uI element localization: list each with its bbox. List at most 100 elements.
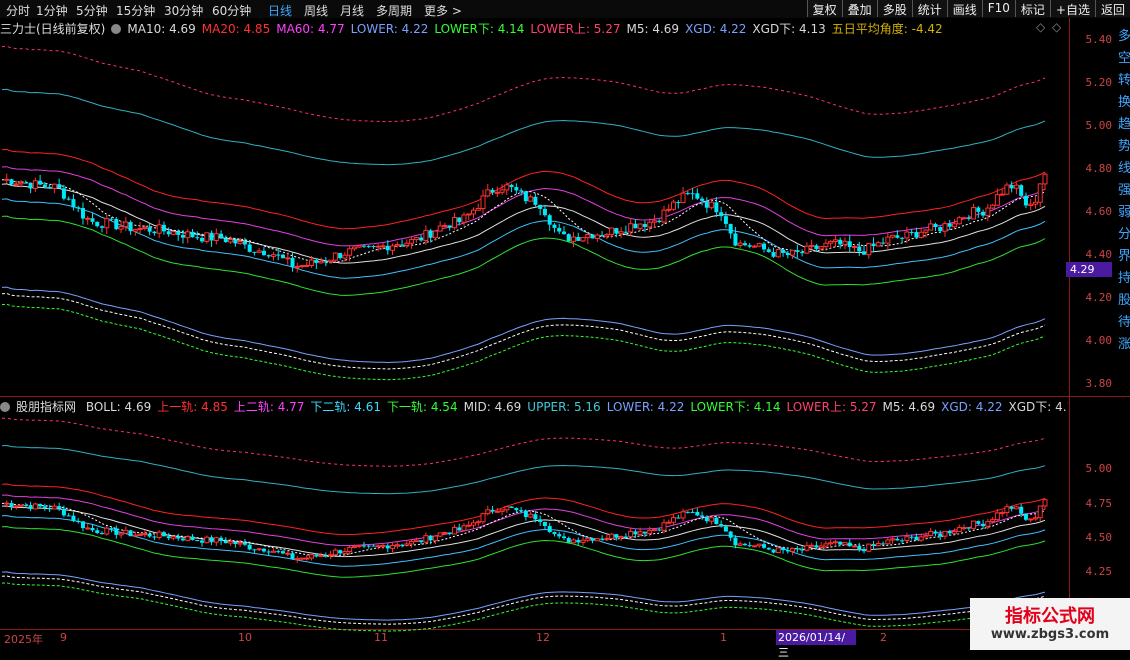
main-candle-body — [775, 249, 781, 258]
sub-indicator-5: MID: 4.69 — [463, 400, 522, 414]
main-candle-body — [781, 249, 786, 253]
sub-candle-body — [137, 533, 143, 536]
stock-title[interactable]: 三力士(日线前复权) — [0, 22, 105, 36]
sub-lower-upper-line — [1, 417, 1046, 467]
sub-candle-body — [885, 539, 891, 545]
sub-indicator-1: 上一轨: 4.85 — [157, 400, 228, 414]
main-indicator-7: XGD: 4.22 — [685, 22, 747, 36]
sub-candle-body — [933, 531, 938, 534]
main-candle-body — [600, 235, 605, 237]
cursor-date-tag: 2026/01/14/三 — [776, 630, 856, 659]
main-y-tick: 5.00 — [1085, 119, 1113, 132]
main-candle-body — [994, 194, 1000, 206]
diamond-icon[interactable]: ◇ — [1036, 20, 1045, 34]
main-candle-body — [423, 229, 429, 241]
sub-y-tick: 4.25 — [1085, 565, 1113, 578]
main-candle-body — [695, 193, 700, 199]
main-xgd-line — [1, 292, 1046, 370]
main-candle-body — [881, 242, 886, 244]
main-candle-body — [956, 217, 962, 225]
sub-candle-body — [76, 520, 81, 522]
sub-candle-body — [618, 536, 624, 539]
x-tick: 9 — [60, 631, 67, 644]
sub-candle-body — [100, 533, 105, 535]
sub-candle-body — [528, 513, 534, 518]
sub-candle-body — [294, 558, 300, 561]
sub-candle-body — [976, 521, 981, 524]
sub-candle-body — [447, 532, 452, 534]
settings-toggle-icon[interactable] — [111, 24, 122, 34]
main-candle-body — [685, 193, 690, 195]
main-candle-body — [428, 230, 433, 238]
sub-candle-body — [576, 539, 581, 543]
sub-candle-body — [475, 521, 481, 524]
sub-candle-body — [71, 515, 76, 521]
main-candle-body — [900, 237, 905, 239]
sub-candle-body — [423, 535, 429, 543]
sub-candle-body — [818, 545, 824, 549]
sub-candle-body — [637, 531, 643, 535]
sub-candle-body — [223, 540, 228, 544]
kline-chart[interactable] — [0, 0, 1130, 650]
sub-candle-body — [342, 551, 348, 554]
sub-candle-body — [195, 540, 200, 542]
expand-icon[interactable]: ◇ — [1052, 20, 1061, 34]
sub-candle-body — [800, 549, 805, 551]
main-candle-body — [18, 182, 24, 185]
main-y-tick: 4.00 — [1085, 334, 1113, 347]
main-candle-body — [375, 245, 381, 248]
main-candle-body — [866, 243, 872, 256]
sub-candle-body — [651, 529, 657, 532]
sub-candle-body — [671, 517, 677, 523]
sub-settings-icon[interactable] — [0, 402, 10, 412]
main-candle-body — [952, 223, 958, 228]
main-candle-body — [938, 227, 943, 232]
main-candle-body — [404, 242, 410, 246]
sub-candle-body — [380, 545, 386, 548]
main-candle-body — [928, 223, 934, 231]
main-candle-body — [895, 235, 900, 238]
main-candle-body — [614, 228, 619, 234]
main-candle-body — [1004, 184, 1010, 195]
sub-candle-body — [1032, 517, 1038, 520]
main-candle-body — [637, 223, 643, 229]
main-candle-body — [847, 241, 852, 247]
sub-candle-body — [247, 544, 252, 550]
main-indicator-0: MA10: 4.69 — [127, 22, 196, 36]
main-upper2-band — [1, 166, 1046, 247]
watermark-title: 指标公式网 — [1005, 606, 1095, 627]
x-tick: 10 — [238, 631, 252, 644]
sub-candle-body — [790, 547, 796, 552]
main-candle-body — [1023, 195, 1028, 206]
main-candle-body — [728, 223, 733, 234]
main-candle-body — [976, 207, 981, 212]
sub-candle-body — [862, 549, 867, 552]
sub-candle-body — [190, 536, 195, 541]
sub-candle-body — [347, 546, 353, 553]
watermark: 指标公式网 www.zbgs3.com — [970, 598, 1130, 650]
main-candle-body — [71, 199, 76, 208]
sub-candle-body — [994, 512, 1000, 521]
main-candle-body — [999, 193, 1005, 196]
main-upper1-band — [1, 148, 1046, 230]
sub-candle-body — [823, 543, 829, 547]
main-candle-body — [904, 231, 910, 239]
main-indicator-2: MA60: 4.77 — [276, 22, 345, 36]
sub-candle-body — [118, 532, 124, 536]
sub-candle-body — [318, 555, 324, 558]
main-candle-body — [304, 264, 310, 267]
main-candle-body — [966, 217, 971, 219]
sub-panel-title[interactable]: 股朋指标网 — [16, 400, 76, 414]
sub-candle-body — [909, 536, 914, 538]
sub-candle-body — [299, 557, 305, 560]
sub-candle-body — [971, 520, 977, 529]
main-candle-body — [366, 245, 371, 247]
sub-candle-body — [751, 545, 757, 548]
sub-candle-body — [990, 519, 996, 522]
sub-candle-body — [451, 526, 457, 535]
sub-candle-body — [719, 524, 724, 527]
sub-candle-body — [609, 533, 615, 539]
sub-candle-body — [999, 512, 1005, 515]
main-candle-body — [95, 221, 100, 227]
main-candle-body — [85, 217, 91, 220]
